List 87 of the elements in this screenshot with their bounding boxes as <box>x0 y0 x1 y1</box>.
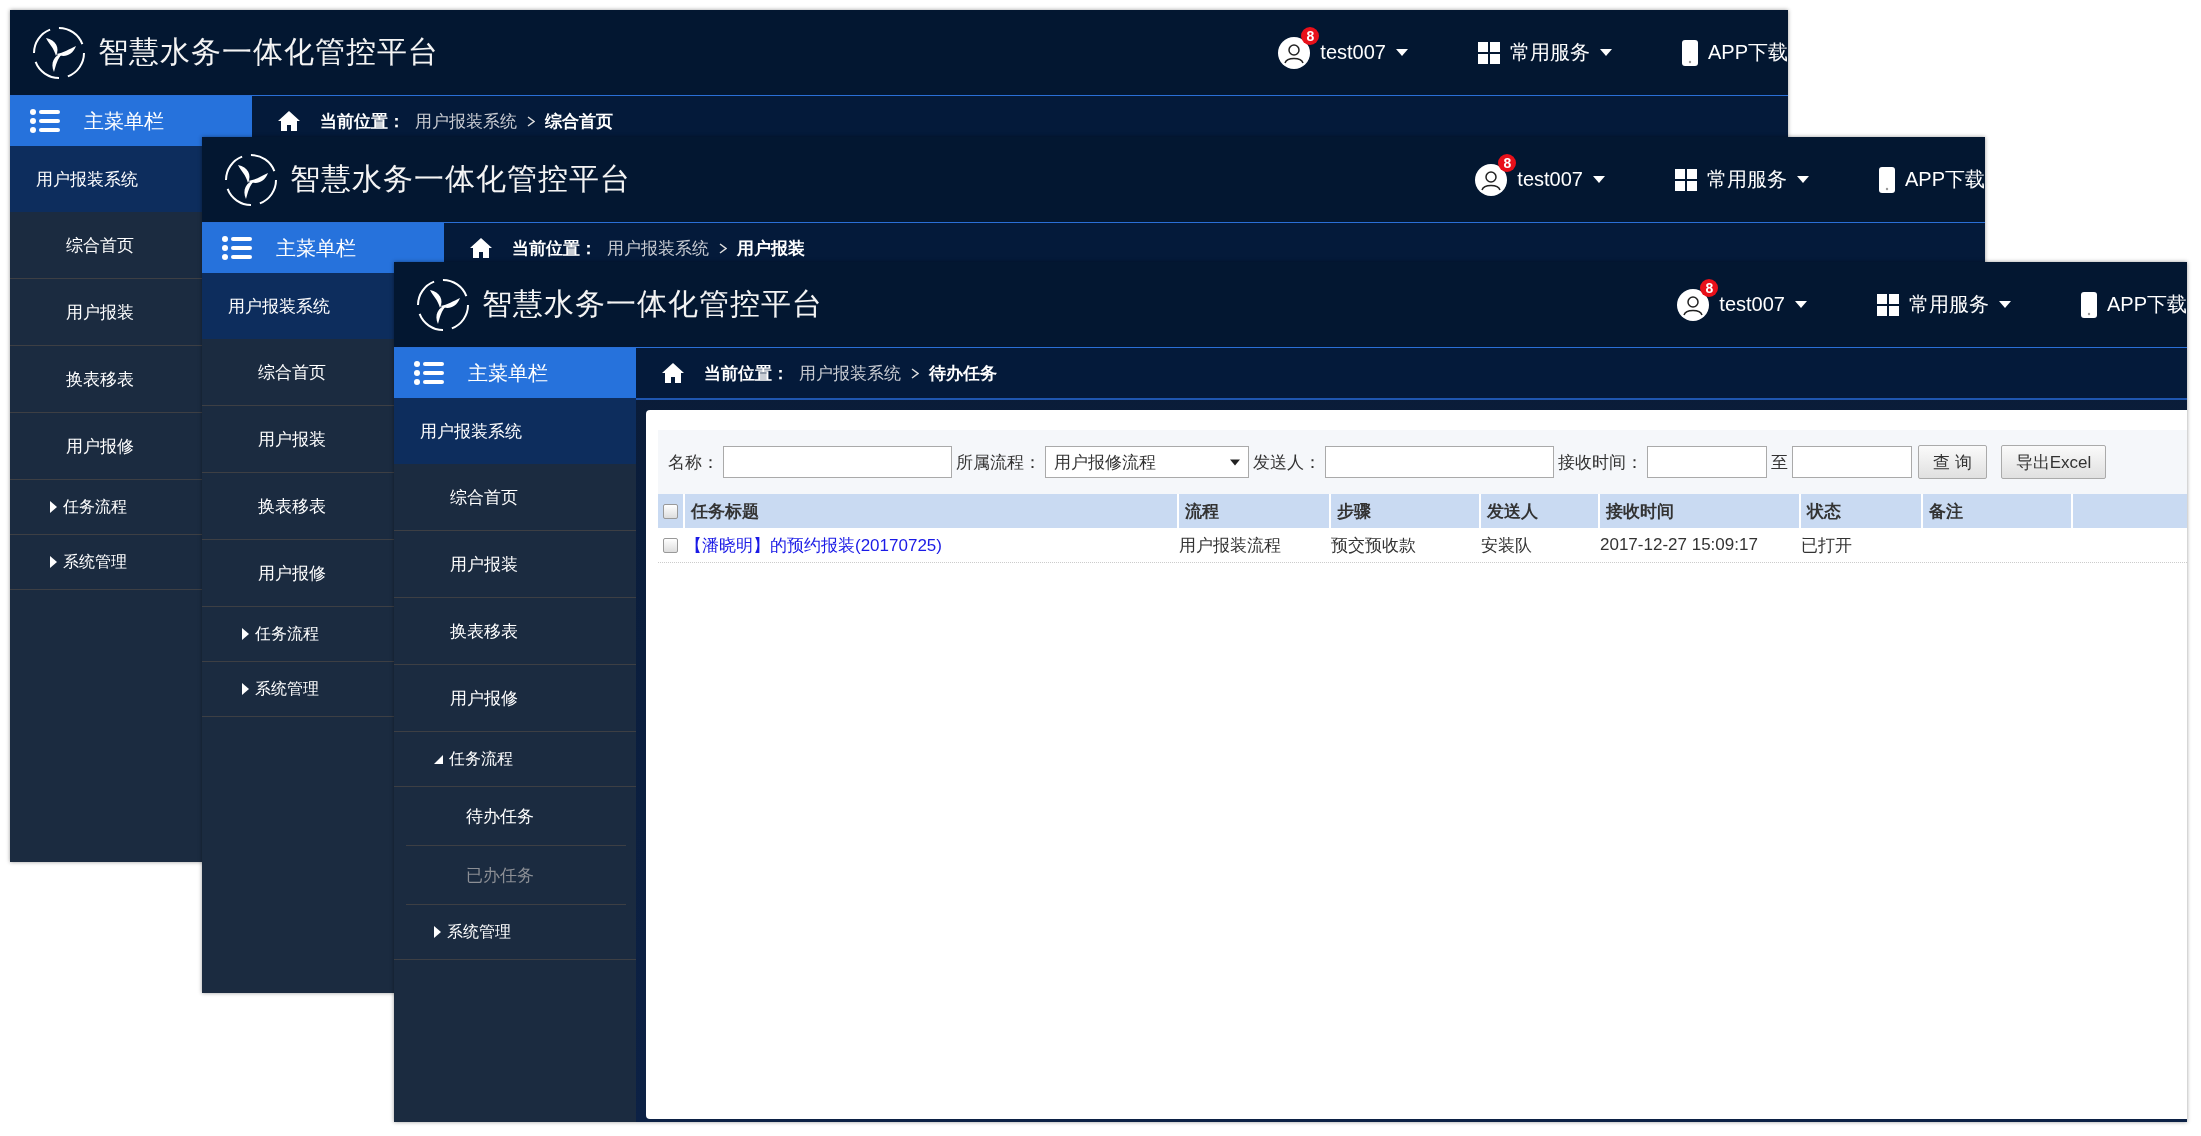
menu-title: 主菜单栏 <box>84 108 164 134</box>
column-header: 任务标题 <box>683 494 1177 528</box>
phone-icon <box>1878 166 1895 193</box>
menu-icon <box>222 236 252 260</box>
chevron-icon <box>527 115 535 127</box>
menu-icon <box>30 109 60 133</box>
filter-input[interactable] <box>1647 446 1767 478</box>
home-icon <box>470 238 492 258</box>
menu-icon <box>414 361 444 385</box>
grid-icon <box>1674 168 1697 191</box>
breadcrumb-link[interactable]: 用户报装系统 <box>607 236 709 260</box>
services-menu[interactable]: 常用服务 <box>1876 291 2011 318</box>
chevron-icon <box>719 242 727 254</box>
submenu-item[interactable]: 已办任务 <box>406 846 626 905</box>
column-header: 状态 <box>1799 494 1921 528</box>
filter-input[interactable] <box>1792 446 1912 478</box>
export-button[interactable]: 导出Excel <box>2000 445 2107 479</box>
menu-title: 主菜单栏 <box>276 235 356 261</box>
breadcrumb-link[interactable]: 用户报装系统 <box>415 109 517 133</box>
caret-icon <box>1395 49 1408 56</box>
collapsed-triangle-icon <box>50 556 57 568</box>
logo-icon <box>416 277 470 332</box>
menu-section[interactable]: 用户报装系统 <box>394 398 636 464</box>
breadcrumb-current: 综合首页 <box>545 110 613 133</box>
column-header: 流程 <box>1177 494 1329 528</box>
filter-label: 所属流程： <box>956 451 1041 474</box>
app-title: 智慧水务一体化管控平台 <box>482 286 823 322</box>
notification-badge: 8 <box>1301 26 1320 45</box>
home-icon <box>662 363 684 383</box>
menu-title: 主菜单栏 <box>468 360 548 386</box>
caret-icon <box>1794 301 1807 308</box>
caret-icon <box>1599 49 1612 56</box>
collapsed-triangle-icon <box>50 501 57 513</box>
table-cell: 2017-12-27 15:09:17 <box>1600 535 1758 554</box>
filter-label: 至 <box>1771 451 1788 474</box>
breadcrumb-link[interactable]: 用户报装系统 <box>799 361 901 385</box>
process-dropdown[interactable]: 用户报修流程 <box>1045 446 1249 478</box>
task-title-link[interactable]: 【潘晓明】的预约报装(20170725) <box>685 535 942 555</box>
app-download-link[interactable]: APP下载 <box>2080 291 2187 318</box>
app-download-link[interactable]: APP下载 <box>1878 166 1985 193</box>
checkbox[interactable] <box>663 503 678 519</box>
chevron-icon <box>911 367 919 379</box>
notification-badge: 8 <box>1700 278 1719 297</box>
table-cell: 已打开 <box>1801 535 1852 555</box>
filter-label: 接收时间： <box>1558 451 1643 474</box>
column-header: 备注 <box>1921 494 2071 528</box>
logo-icon <box>224 152 278 207</box>
column-header: 接收时间 <box>1598 494 1799 528</box>
grid-icon <box>1477 41 1500 64</box>
menu-section[interactable]: 用户报装系统 <box>202 273 394 339</box>
caret-icon <box>1230 458 1240 466</box>
breadcrumb-label: 当前位置： <box>704 362 789 385</box>
breadcrumb-label: 当前位置： <box>512 237 597 260</box>
caret-icon <box>1998 301 2011 308</box>
expanded-triangle-icon <box>434 754 443 764</box>
collapsed-triangle-icon <box>242 683 249 695</box>
table-cell: 用户报装流程 <box>1179 535 1281 555</box>
filter-label: 名称： <box>668 451 719 474</box>
caret-icon <box>1796 176 1809 183</box>
app-download-link[interactable]: APP下载 <box>1681 39 1788 66</box>
phone-icon <box>2080 291 2097 318</box>
phone-icon <box>1681 39 1698 66</box>
caret-icon <box>1592 176 1605 183</box>
logo-icon <box>32 25 86 80</box>
app-title: 智慧水务一体化管控平台 <box>290 161 631 197</box>
column-header: 发送人 <box>1479 494 1598 528</box>
breadcrumb-current: 用户报装 <box>737 237 805 260</box>
grid-icon <box>1876 293 1899 316</box>
breadcrumb-current: 待办任务 <box>929 362 997 385</box>
table-cell: 预交预收款 <box>1331 535 1416 555</box>
table-cell: 安装队 <box>1481 535 1532 555</box>
menu-section[interactable]: 用户报装系统 <box>10 146 202 212</box>
notification-badge: 8 <box>1498 153 1517 172</box>
breadcrumb-label: 当前位置： <box>320 110 405 133</box>
services-menu[interactable]: 常用服务 <box>1477 39 1612 66</box>
filter-label: 发送人： <box>1253 451 1321 474</box>
column-header: 步骤 <box>1329 494 1479 528</box>
query-button[interactable]: 查 询 <box>1918 445 1987 479</box>
collapsed-triangle-icon <box>434 926 441 938</box>
filter-input[interactable] <box>1325 446 1554 478</box>
submenu-item[interactable]: 待办任务 <box>406 787 626 846</box>
checkbox[interactable] <box>663 537 678 553</box>
services-menu[interactable]: 常用服务 <box>1674 166 1809 193</box>
collapsed-triangle-icon <box>242 628 249 640</box>
app-title: 智慧水务一体化管控平台 <box>98 34 439 70</box>
filter-input[interactable] <box>723 446 952 478</box>
home-icon <box>278 111 300 131</box>
